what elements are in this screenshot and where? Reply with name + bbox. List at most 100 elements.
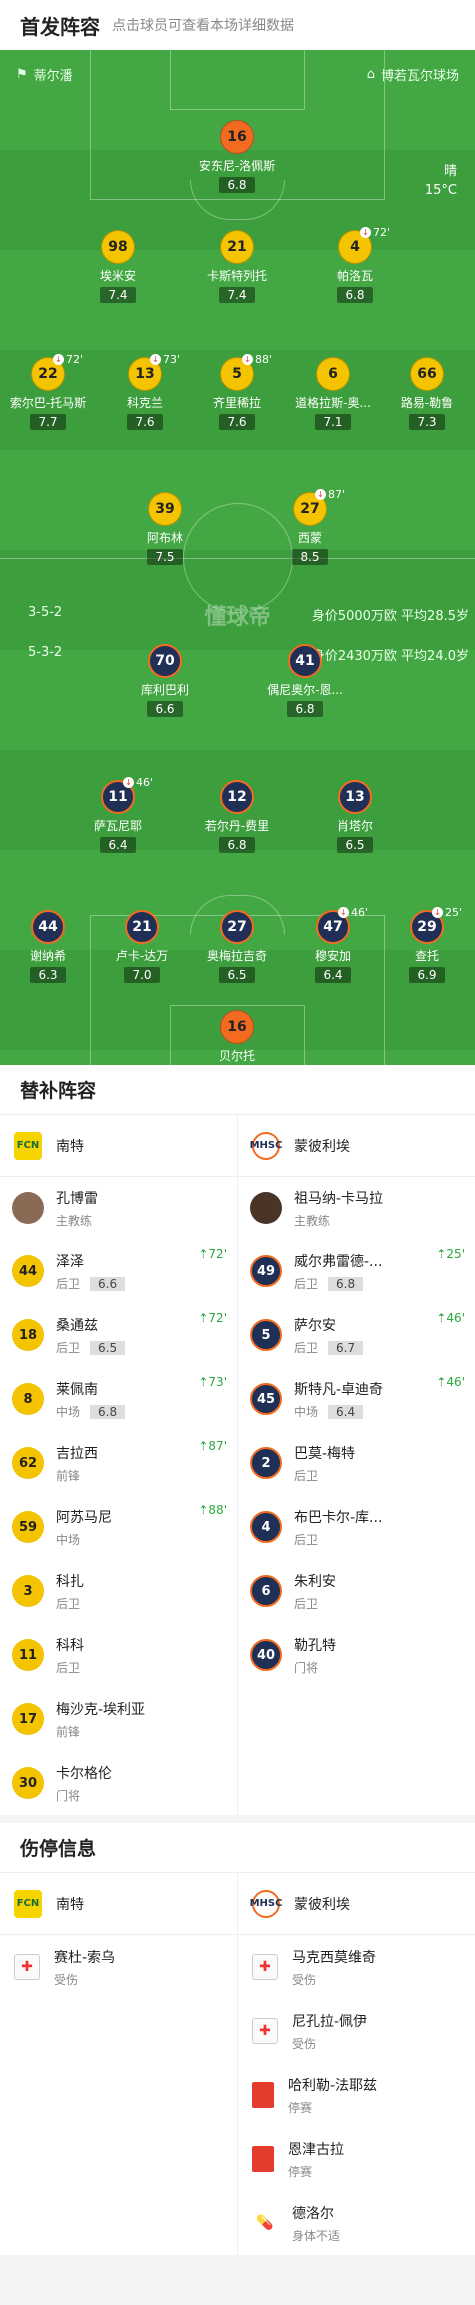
home-player-1[interactable]: 98埃米安7.4↓ bbox=[63, 230, 173, 303]
injury-row[interactable]: 哈利勒-法耶兹 停赛 bbox=[238, 2063, 475, 2127]
sub-row[interactable]: 62 吉拉西 前锋 ⇡87' bbox=[0, 1431, 237, 1495]
jersey-number: 70 bbox=[148, 644, 182, 678]
sub-row[interactable]: 59 阿苏马尼 中场 ⇡88' bbox=[0, 1495, 237, 1559]
player-name: 齐里稀拉 bbox=[212, 396, 261, 410]
sub-position: 后卫 bbox=[294, 1532, 319, 1547]
jersey-number: 49 bbox=[250, 1255, 282, 1287]
home-player-6[interactable]: 5 齐里稀拉 7.6 ↓ 88' bbox=[182, 353, 292, 430]
sub-in-time: ⇡87' bbox=[198, 1439, 227, 1453]
montpellier-logo-icon: MHSC bbox=[250, 1889, 282, 1918]
injury-section: FCN 南特 ✚ 赛杜-索乌 受伤 MHSC 蒙彼利埃 ✚ 马克西莫维奇 受伤 ✚ 尼孔拉-佩伊… bbox=[0, 1873, 475, 2255]
jersey-number: 98 bbox=[101, 230, 135, 264]
jersey-number: 30 bbox=[12, 1767, 44, 1799]
jersey-number: 4 bbox=[250, 1511, 282, 1543]
jersey-number: 13 bbox=[338, 780, 372, 814]
home-player-2[interactable]: 21卡斯特列托7.4↓ bbox=[182, 230, 292, 303]
player-name: 阿布林 bbox=[146, 531, 183, 545]
away-player-0[interactable]: 70库利巴利6.6↓ bbox=[110, 644, 220, 717]
home-coach-row[interactable]: 孔博雷 主教练 bbox=[0, 1177, 237, 1239]
sub-in-icon: ⇡ bbox=[436, 1247, 447, 1261]
sub-row[interactable]: 2 巴莫-梅特 后卫 bbox=[238, 1431, 475, 1495]
injured-player-name: 哈利勒-法耶兹 bbox=[288, 2077, 378, 2094]
sub-row[interactable]: 4 布巴卡尔-库... 后卫 bbox=[238, 1495, 475, 1559]
away-player-9[interactable]: 29 查托 6.9 ↓ 25' bbox=[372, 906, 475, 983]
sub-row[interactable]: 40 勒孔特 门将 bbox=[238, 1623, 475, 1687]
sub-in-icon: ⇡ bbox=[198, 1439, 209, 1453]
player-rating: 7.5 bbox=[147, 549, 183, 565]
player-event: ↓ 72' bbox=[53, 353, 83, 366]
away-player-1[interactable]: 41偶尼奥尔-恩...6.8↓ bbox=[250, 644, 360, 717]
player-rating: 7.6 bbox=[219, 414, 255, 430]
home-player-3[interactable]: 4 帕洛瓦 6.8 ↓ 72' bbox=[300, 226, 410, 303]
sub-row[interactable]: 8 莱佩南 中场 6.8 ⇡73' bbox=[0, 1367, 237, 1431]
injured-player-name: 尼孔拉-佩伊 bbox=[292, 2013, 368, 2030]
sub-row[interactable]: 17 梅沙克-埃利亚 前锋 bbox=[0, 1687, 237, 1751]
sub-name: 勒孔特 bbox=[294, 1637, 336, 1654]
away-age: 平均24.0岁 bbox=[401, 649, 469, 664]
jersey-number: 21 bbox=[125, 910, 159, 944]
injury-reason: 受伤 bbox=[292, 2036, 317, 2051]
player-name: 安东尼-洛佩斯 bbox=[198, 159, 276, 173]
jersey-number: 6 bbox=[316, 357, 350, 391]
injury-row[interactable]: ✚ 尼孔拉-佩伊 受伤 bbox=[238, 1999, 475, 2063]
home-player-4[interactable]: 22 索尔巴-托马斯 7.7 ↓ 72' bbox=[0, 353, 103, 430]
away-player-7[interactable]: 27奥梅拉吉奇6.5↓ bbox=[182, 910, 292, 983]
player-rating: 7.4 bbox=[219, 287, 255, 303]
sub-name: 阿苏马尼 bbox=[56, 1509, 112, 1526]
sub-out-icon: ↓ bbox=[360, 227, 371, 238]
pitch: ⚑ 蒂尔潘 ⌂ 博若瓦尔球场 晴 15°C 懂球帝 3-5-2 身价5000万欧 平… bbox=[0, 50, 475, 1065]
nantes-logo-icon: FCN bbox=[14, 1889, 42, 1918]
player-name: 帕洛瓦 bbox=[336, 269, 373, 283]
player-rating: 6.8 bbox=[219, 177, 255, 193]
home-player-9[interactable]: 39阿布林7.5↓ bbox=[110, 492, 220, 565]
injury-row[interactable]: 💊 德洛尔 身体不适 bbox=[238, 2191, 475, 2255]
sub-row[interactable]: 5 萨尔安 后卫 6.7 ⇡46' bbox=[238, 1303, 475, 1367]
injury-row[interactable]: ✚ 马克西莫维奇 受伤 bbox=[238, 1935, 475, 1999]
away-player-4[interactable]: 13肖塔尔6.5↓ bbox=[300, 780, 410, 853]
player-rating: 6.9 bbox=[409, 967, 445, 983]
sub-row[interactable]: 45 斯特凡-卓迪奇 中场 6.4 ⇡46' bbox=[238, 1367, 475, 1431]
weather-text: 晴 bbox=[443, 164, 457, 179]
sub-out-icon: ↓ bbox=[315, 489, 326, 500]
away-team-venue: ⌂ 博若瓦尔球场 bbox=[366, 66, 459, 84]
away-coach-row[interactable]: 祖马纳-卡马拉 主教练 bbox=[238, 1177, 475, 1239]
sub-name: 桑通兹 bbox=[56, 1317, 98, 1334]
sub-in-time: ⇡46' bbox=[436, 1375, 465, 1389]
player-event: ↓ 46' bbox=[123, 776, 153, 789]
home-player-10[interactable]: 27 西蒙 8.5 ↓ 87' bbox=[255, 488, 365, 565]
jersey-number: 44 bbox=[31, 910, 65, 944]
sub-row[interactable]: 3 科扎 后卫 bbox=[0, 1559, 237, 1623]
sub-out-icon: ↓ bbox=[242, 354, 253, 365]
sub-row[interactable]: 6 朱利安 后卫 bbox=[238, 1559, 475, 1623]
sub-position: 后卫 6.8 bbox=[294, 1275, 382, 1292]
sub-name: 科扎 bbox=[56, 1573, 84, 1590]
home-player-8[interactable]: 66路易-勒鲁7.3↓ bbox=[372, 357, 475, 430]
sub-row[interactable]: 49 威尔弗雷德-... 后卫 6.8 ⇡25' bbox=[238, 1239, 475, 1303]
avatar bbox=[250, 1192, 282, 1224]
sub-row[interactable]: 11 科科 后卫 bbox=[0, 1623, 237, 1687]
sub-in-icon: ⇡ bbox=[198, 1311, 209, 1325]
player-event: ↓ 46' bbox=[338, 906, 368, 919]
avatar bbox=[12, 1192, 44, 1224]
footer-space bbox=[0, 2255, 475, 2305]
jersey-number: 8 bbox=[12, 1383, 44, 1415]
sub-position: 后卫 bbox=[56, 1660, 81, 1675]
injury-row[interactable]: ✚ 赛杜-索乌 受伤 bbox=[0, 1935, 237, 1999]
away-formation: 5-3-2 bbox=[28, 645, 63, 660]
away-player-2[interactable]: 11 萨瓦尼耶 6.4 ↓ 46' bbox=[63, 776, 173, 853]
sub-name: 萨尔安 bbox=[294, 1317, 336, 1334]
away-player-3[interactable]: 12若尔丹-费里6.8↓ bbox=[182, 780, 292, 853]
away-player-10[interactable]: 16贝尔托6.3↓ bbox=[182, 1010, 292, 1065]
jersey-number: 27 bbox=[220, 910, 254, 944]
sub-in-icon: ⇡ bbox=[436, 1375, 447, 1389]
sub-row[interactable]: 30 卡尔格伦 门将 bbox=[0, 1751, 237, 1815]
player-name: 奥梅拉吉奇 bbox=[206, 949, 267, 963]
sub-row[interactable]: 44 泽泽 后卫 6.6 ⇡72' bbox=[0, 1239, 237, 1303]
sub-name: 泽泽 bbox=[56, 1253, 84, 1270]
sub-row[interactable]: 18 桑通兹 后卫 6.5 ⇡72' bbox=[0, 1303, 237, 1367]
injured-player-name: 恩津古拉 bbox=[288, 2141, 344, 2158]
home-player-0[interactable]: 16安东尼-洛佩斯6.8↓ bbox=[182, 120, 292, 193]
injury-row[interactable]: 恩津古拉 停赛 bbox=[238, 2127, 475, 2191]
away-player-6[interactable]: 21卢卡-达万7.0↓ bbox=[87, 910, 197, 983]
sub-in-time: ⇡73' bbox=[198, 1375, 227, 1389]
